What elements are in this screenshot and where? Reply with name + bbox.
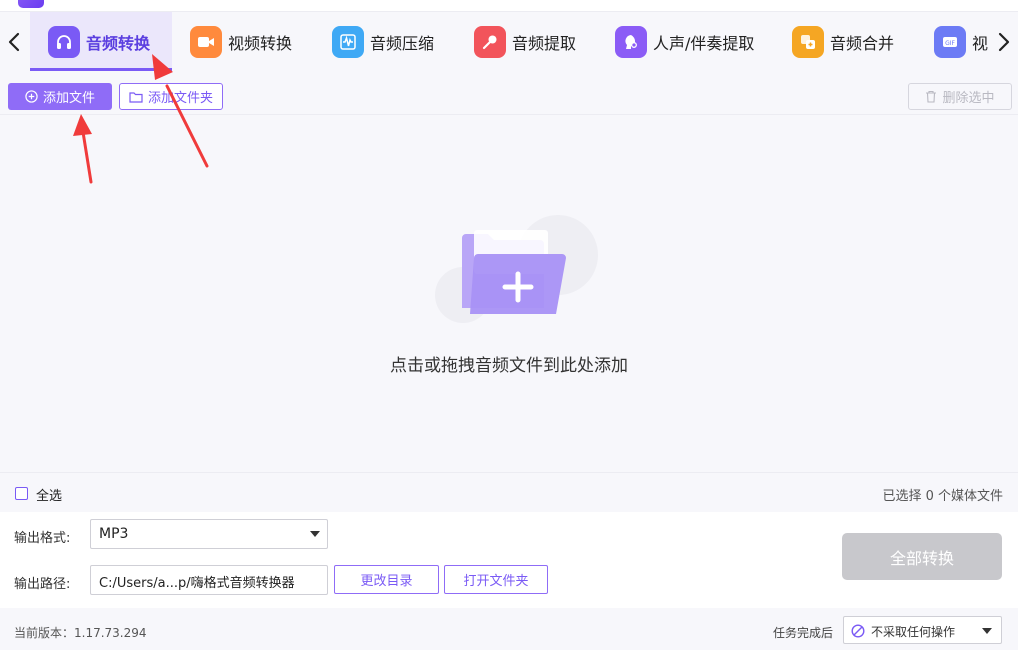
tab-vocal-extract[interactable]: 人声/伴奏提取 (615, 12, 775, 71)
folder-icon (129, 91, 143, 103)
change-directory-button[interactable]: 更改目录 (334, 565, 439, 594)
delete-selected-label: 删除选中 (942, 91, 995, 106)
tab-audio-merge[interactable]: 音频合并 (792, 12, 922, 71)
ban-icon (851, 624, 865, 638)
dropdown-caret-icon (310, 531, 320, 537)
gif-icon: GIF (934, 25, 966, 58)
svg-text:GIF: GIF (945, 40, 955, 47)
select-all-label[interactable]: 全选 (36, 485, 62, 504)
scroll-right-arrow-icon[interactable] (990, 12, 1018, 71)
tab-label: 视频转换 (228, 33, 293, 53)
add-file-label: 添加文件 (42, 91, 95, 106)
scroll-left-arrow-icon[interactable] (0, 12, 28, 71)
output-path-label: 输出路径: (14, 577, 71, 592)
output-format-label: 输出格式: (14, 531, 71, 546)
title-bar (0, 0, 1018, 12)
select-all-checkbox[interactable] (15, 487, 28, 500)
tab-video-gif[interactable]: GIF 视 (934, 12, 990, 71)
convert-all-button[interactable]: 全部转换 (842, 533, 1002, 580)
version-text: 当前版本：1.17.73.294 (14, 626, 147, 640)
tab-video-convert[interactable]: 视频转换 (190, 12, 320, 71)
feature-tab-bar: 音频转换 视频转换 音频压缩 音频提取 人声/伴奏提取 音频合并 GIF 视 (0, 12, 1018, 71)
tab-audio-extract[interactable]: 音频提取 (474, 12, 604, 71)
microphone-icon (474, 25, 506, 58)
output-format-value: MP3 (99, 526, 129, 542)
vocal-icon (615, 25, 647, 58)
tab-audio-compress[interactable]: 音频压缩 (332, 12, 462, 71)
output-settings-panel: 输出格式: MP3 输出路径: C:/Users/a...p/嗨格式音频转换器 … (0, 512, 1018, 608)
selected-count-text: 已选择 0 个媒体文件 (882, 489, 1003, 504)
tab-label: 音频压缩 (370, 33, 435, 53)
file-drop-zone[interactable]: 点击或拖拽音频文件到此处添加 (0, 115, 1018, 472)
after-task-select[interactable]: 不采取任何操作 (843, 616, 1002, 644)
add-file-button[interactable]: 添加文件 (8, 83, 112, 110)
tab-label: 人声/伴奏提取 (653, 33, 755, 53)
output-format-select[interactable]: MP3 (90, 519, 328, 549)
app-logo (18, 0, 44, 8)
file-toolbar: 添加文件 添加文件夹 删除选中 (0, 71, 1018, 115)
after-task-value: 不采取任何操作 (871, 625, 956, 639)
headphones-icon (48, 25, 80, 58)
output-path-field[interactable]: C:/Users/a...p/嗨格式音频转换器 (90, 565, 328, 595)
selection-bar: 全选 已选择 0 个媒体文件 (0, 472, 1018, 512)
merge-icon (792, 25, 824, 58)
trash-icon (926, 90, 937, 103)
waveform-icon (332, 25, 364, 58)
tab-audio-convert[interactable]: 音频转换 (30, 12, 172, 71)
after-task-label: 任务完成后 (773, 626, 834, 640)
tab-label: 音频合并 (830, 33, 895, 53)
delete-selected-button[interactable]: 删除选中 (908, 83, 1012, 110)
video-camera-icon (190, 25, 222, 58)
status-bar: 当前版本：1.17.73.294 任务完成后 不采取任何操作 (0, 608, 1018, 650)
tab-label: 视 (972, 33, 989, 53)
folder-add-icon (435, 215, 598, 323)
open-folder-button[interactable]: 打开文件夹 (444, 565, 548, 594)
add-folder-label: 添加文件夹 (147, 91, 213, 106)
plus-circle-icon (25, 90, 38, 103)
tab-label: 音频提取 (512, 33, 577, 53)
drop-hint-text: 点击或拖拽音频文件到此处添加 (390, 356, 628, 376)
add-folder-button[interactable]: 添加文件夹 (119, 83, 223, 110)
dropdown-caret-icon (982, 628, 992, 634)
tab-label: 音频转换 (86, 33, 151, 53)
